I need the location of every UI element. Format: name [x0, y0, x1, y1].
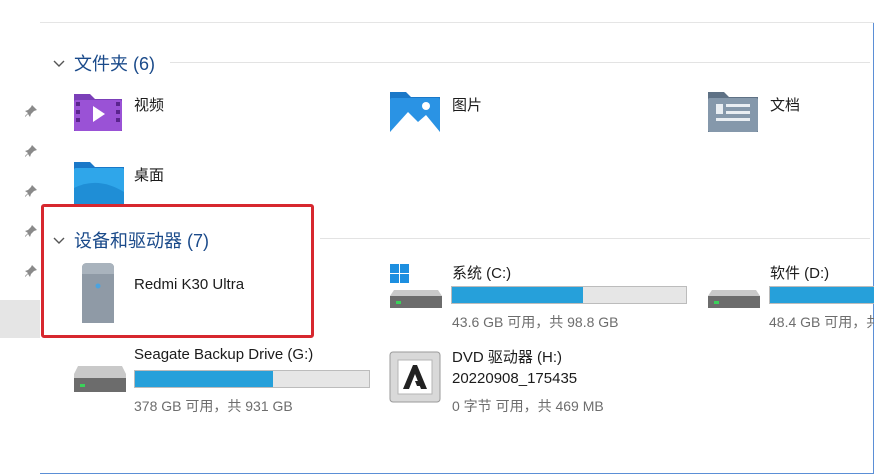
pictures-folder-icon: [390, 92, 440, 132]
pin-icon[interactable]: [24, 144, 38, 158]
drive-usage-text: 378 GB 可用，共 931 GB: [134, 398, 293, 414]
drive-h[interactable]: DVD 驱动器 (H:) 20220908_175435 0 字节 可用，共 4…: [388, 346, 688, 418]
navigation-selected-item[interactable]: [0, 300, 40, 338]
folder-label: 视频: [134, 97, 165, 114]
windows-drive-icon: [390, 264, 442, 308]
drive-label: 系统 (C:): [452, 265, 512, 282]
drive-usage-fill: [135, 371, 274, 387]
pin-icon[interactable]: [24, 184, 38, 198]
folder-pictures[interactable]: 图片: [388, 88, 638, 140]
videos-folder-icon: [74, 94, 122, 131]
drive-usage-bar: [769, 286, 874, 304]
drive-icon: [708, 290, 760, 308]
folder-label: 桌面: [134, 167, 165, 184]
pin-icon[interactable]: [24, 104, 38, 118]
folder-label: 文档: [770, 97, 801, 114]
drive-label: Seagate Backup Drive (G:): [134, 346, 314, 363]
folder-documents[interactable]: 文档: [706, 88, 866, 140]
drive-d[interactable]: 软件 (D:) 48.4 GB 可用，共: [706, 262, 874, 332]
top-bar: [0, 0, 874, 23]
devices-divider: [320, 238, 870, 239]
highlight-box: [41, 204, 314, 338]
desktop-folder-icon: [74, 162, 124, 204]
drive-usage-text: 48.4 GB 可用，共: [769, 314, 874, 330]
folders-header-label: 文件夹 (6): [74, 54, 155, 74]
pin-icon[interactable]: [24, 264, 38, 278]
folders-group-header[interactable]: 文件夹 (6): [52, 50, 155, 76]
drive-label: DVD 驱动器 (H:): [452, 349, 562, 366]
pin-icon[interactable]: [24, 224, 38, 238]
drive-icon: [74, 366, 126, 392]
drive-usage-fill: [452, 287, 584, 303]
chevron-down-icon: [53, 60, 65, 67]
drive-volume-label: 20220908_175435: [452, 370, 578, 387]
folder-videos[interactable]: 视频: [72, 88, 322, 140]
folder-label: 图片: [452, 97, 483, 114]
drive-usage-bar: [451, 286, 687, 304]
documents-folder-icon: [708, 92, 758, 132]
drive-g[interactable]: Seagate Backup Drive (G:) 378 GB 可用，共 93…: [72, 346, 372, 418]
folder-desktop[interactable]: 桌面: [72, 158, 322, 204]
folders-divider: [170, 62, 870, 63]
dvd-adobe-icon: [389, 351, 441, 403]
drive-usage-bar: [134, 370, 370, 388]
drive-label: 软件 (D:): [770, 265, 830, 282]
drive-usage-fill: [770, 287, 874, 303]
drive-usage-text: 43.6 GB 可用，共 98.8 GB: [452, 314, 619, 330]
drive-c[interactable]: 系统 (C:) 43.6 GB 可用，共 98.8 GB: [388, 262, 688, 332]
navigation-pane: [0, 22, 40, 474]
drive-usage-text: 0 字节 可用，共 469 MB: [452, 398, 604, 414]
